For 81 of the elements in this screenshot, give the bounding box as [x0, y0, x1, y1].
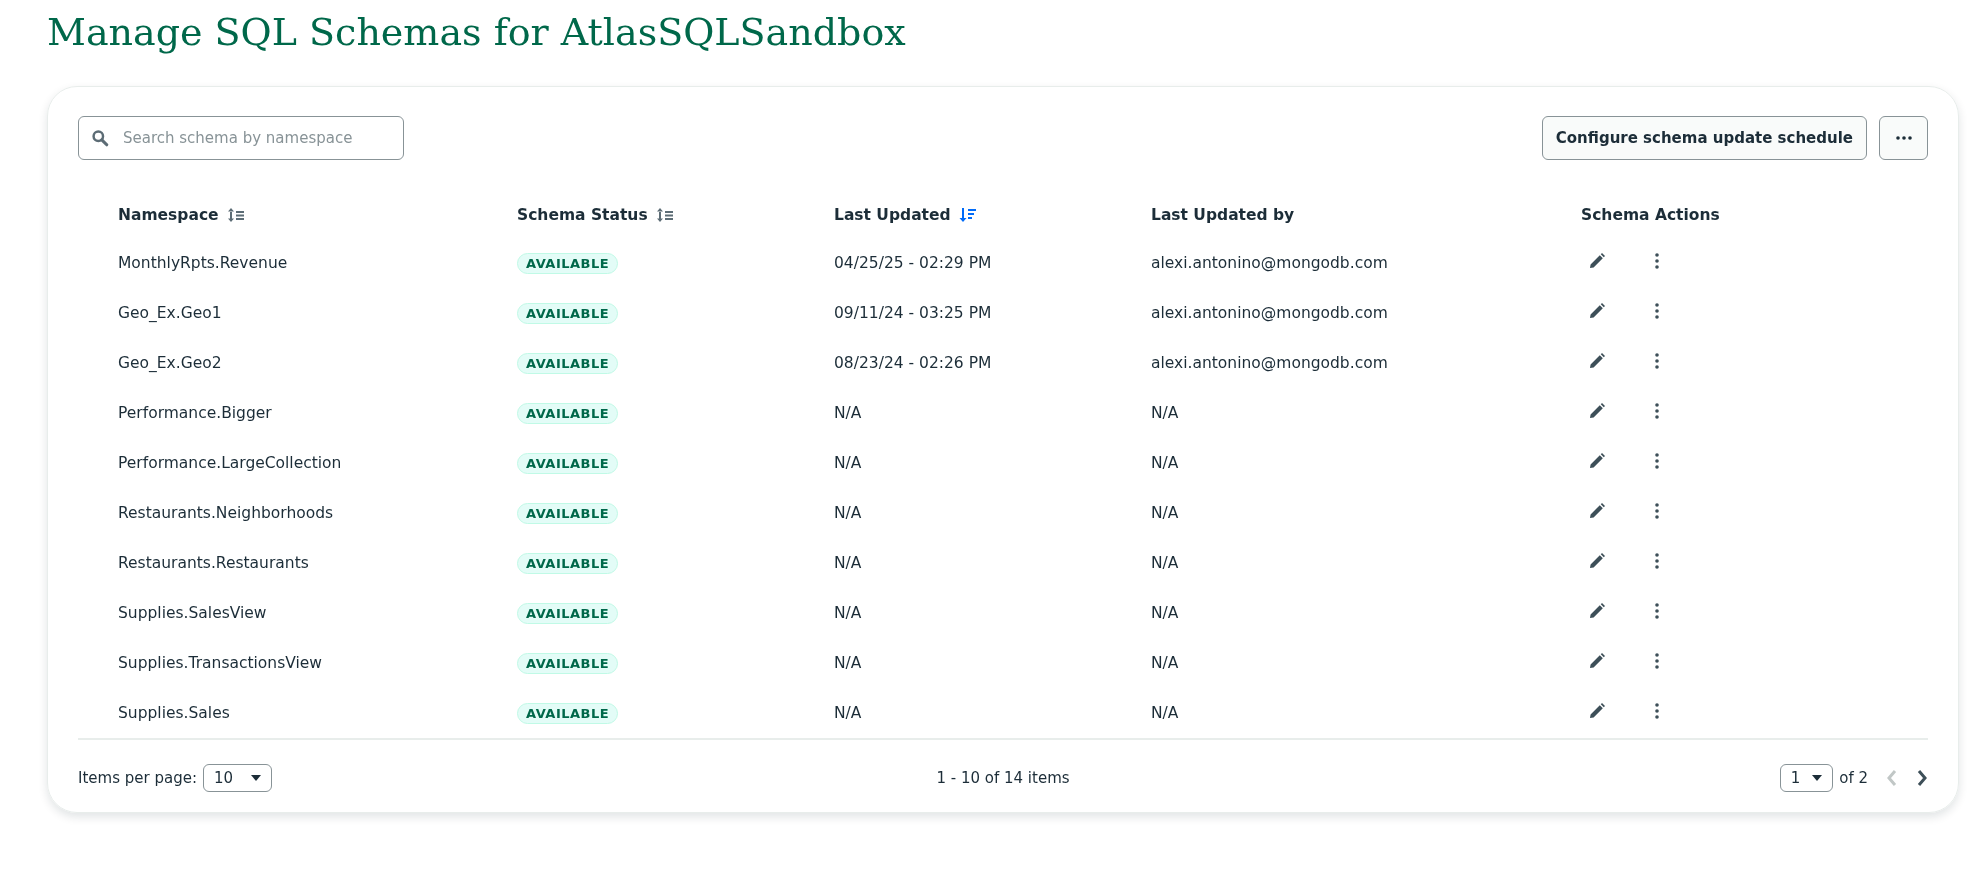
user-email-text: N/A: [1151, 454, 1179, 472]
pencil-icon[interactable]: [1589, 603, 1605, 619]
date-text: N/A: [834, 604, 862, 622]
configure-schedule-button[interactable]: Configure schema update schedule: [1541, 116, 1867, 160]
sort-icon[interactable]: [226, 207, 245, 223]
namespace-text: Restaurants.Restaurants: [118, 554, 309, 572]
vertical-ellipsis-icon[interactable]: [1655, 653, 1659, 669]
user-email-text: N/A: [1151, 604, 1179, 622]
pencil-icon[interactable]: [1589, 703, 1605, 719]
vertical-ellipsis-icon[interactable]: [1655, 453, 1659, 469]
status-badge: AVAILABLE: [517, 352, 619, 374]
item-range-text: 1 - 10 of 14 items: [936, 769, 1070, 787]
user-email-text: N/A: [1151, 404, 1179, 422]
sort-icon[interactable]: [655, 207, 674, 223]
date-text: 08/23/24 - 02:26 PM: [834, 354, 992, 372]
status-badge: AVAILABLE: [517, 502, 619, 524]
date-text: N/A: [834, 654, 862, 672]
pencil-icon[interactable]: [1589, 453, 1605, 469]
more-options-button[interactable]: [1879, 116, 1928, 160]
pencil-icon[interactable]: [1589, 553, 1605, 569]
namespace-text: Performance.Bigger: [118, 404, 272, 422]
date-text: N/A: [834, 404, 862, 422]
page-select[interactable]: 1: [1779, 764, 1834, 792]
next-page-icon[interactable]: [1916, 769, 1928, 787]
status-badge: AVAILABLE: [517, 652, 619, 674]
vertical-ellipsis-icon[interactable]: [1655, 403, 1659, 419]
date-text: 09/11/24 - 03:25 PM: [834, 304, 992, 322]
caret-icon: [1812, 775, 1823, 781]
page-count-text: of 2: [1839, 769, 1868, 787]
column-header: Last Updated: [834, 206, 951, 224]
items-per-page-label: Items per page:: [78, 769, 197, 787]
vertical-ellipsis-icon[interactable]: [1655, 553, 1659, 569]
column-header: Schema Status: [517, 206, 648, 224]
status-badge: AVAILABLE: [517, 552, 619, 574]
user-email-text: N/A: [1151, 504, 1179, 522]
vertical-ellipsis-icon[interactable]: [1655, 503, 1659, 519]
status-badge: AVAILABLE: [517, 602, 619, 624]
vertical-ellipsis-icon[interactable]: [1655, 253, 1659, 269]
namespace-text: MonthlyRpts.Revenue: [118, 254, 288, 272]
vertical-ellipsis-icon[interactable]: [1655, 353, 1659, 369]
namespace-text: Geo_Ex.Geo1: [118, 304, 222, 322]
namespace-text: Restaurants.Neighborhoods: [118, 504, 334, 522]
status-badge: AVAILABLE: [517, 402, 619, 424]
user-email-text: N/A: [1151, 654, 1179, 672]
namespace-text: Supplies.Sales: [118, 704, 230, 722]
date-text: 04/25/25 - 02:29 PM: [834, 254, 992, 272]
column-header: Last Updated by: [1151, 206, 1295, 224]
status-badge: AVAILABLE: [517, 252, 619, 274]
namespace-text: Supplies.TransactionsView: [118, 654, 323, 672]
date-text: N/A: [834, 504, 862, 522]
sort-descending-icon[interactable]: [958, 207, 977, 223]
pencil-icon[interactable]: [1589, 303, 1605, 319]
pencil-icon[interactable]: [1589, 653, 1605, 669]
status-badge: AVAILABLE: [517, 302, 619, 324]
pencil-icon[interactable]: [1589, 253, 1605, 269]
status-badge: AVAILABLE: [517, 702, 619, 724]
search-field[interactable]: Search schema by namespace: [78, 116, 404, 160]
page-title: Manage SQL Schemas for AtlasSQLSandbox: [47, 10, 907, 54]
status-badge: AVAILABLE: [517, 452, 619, 474]
vertical-ellipsis-icon[interactable]: [1655, 303, 1659, 319]
vertical-ellipsis-icon[interactable]: [1655, 703, 1659, 719]
vertical-ellipsis-icon[interactable]: [1655, 603, 1659, 619]
column-header: Namespace: [118, 206, 219, 224]
namespace-text: Geo_Ex.Geo2: [118, 354, 222, 372]
pencil-icon[interactable]: [1589, 403, 1605, 419]
user-email-text: alexi.antonino@mongodb.com: [1151, 254, 1388, 272]
date-text: N/A: [834, 454, 862, 472]
pencil-icon[interactable]: [1589, 503, 1605, 519]
date-text: N/A: [834, 554, 862, 572]
column-header: Schema Actions: [1581, 206, 1720, 224]
items-per-page-select[interactable]: 10: [202, 764, 273, 792]
user-email-text: N/A: [1151, 704, 1179, 722]
user-email-text: alexi.antonino@mongodb.com: [1151, 304, 1388, 322]
user-email-text: N/A: [1151, 554, 1179, 572]
pencil-icon[interactable]: [1589, 353, 1605, 369]
caret-icon: [251, 775, 262, 781]
namespace-text: Performance.LargeCollection: [118, 454, 342, 472]
date-text: N/A: [834, 704, 862, 722]
namespace-text: Supplies.SalesView: [118, 604, 267, 622]
user-email-text: alexi.antonino@mongodb.com: [1151, 354, 1388, 372]
ellipsis-icon: [1895, 136, 1912, 140]
